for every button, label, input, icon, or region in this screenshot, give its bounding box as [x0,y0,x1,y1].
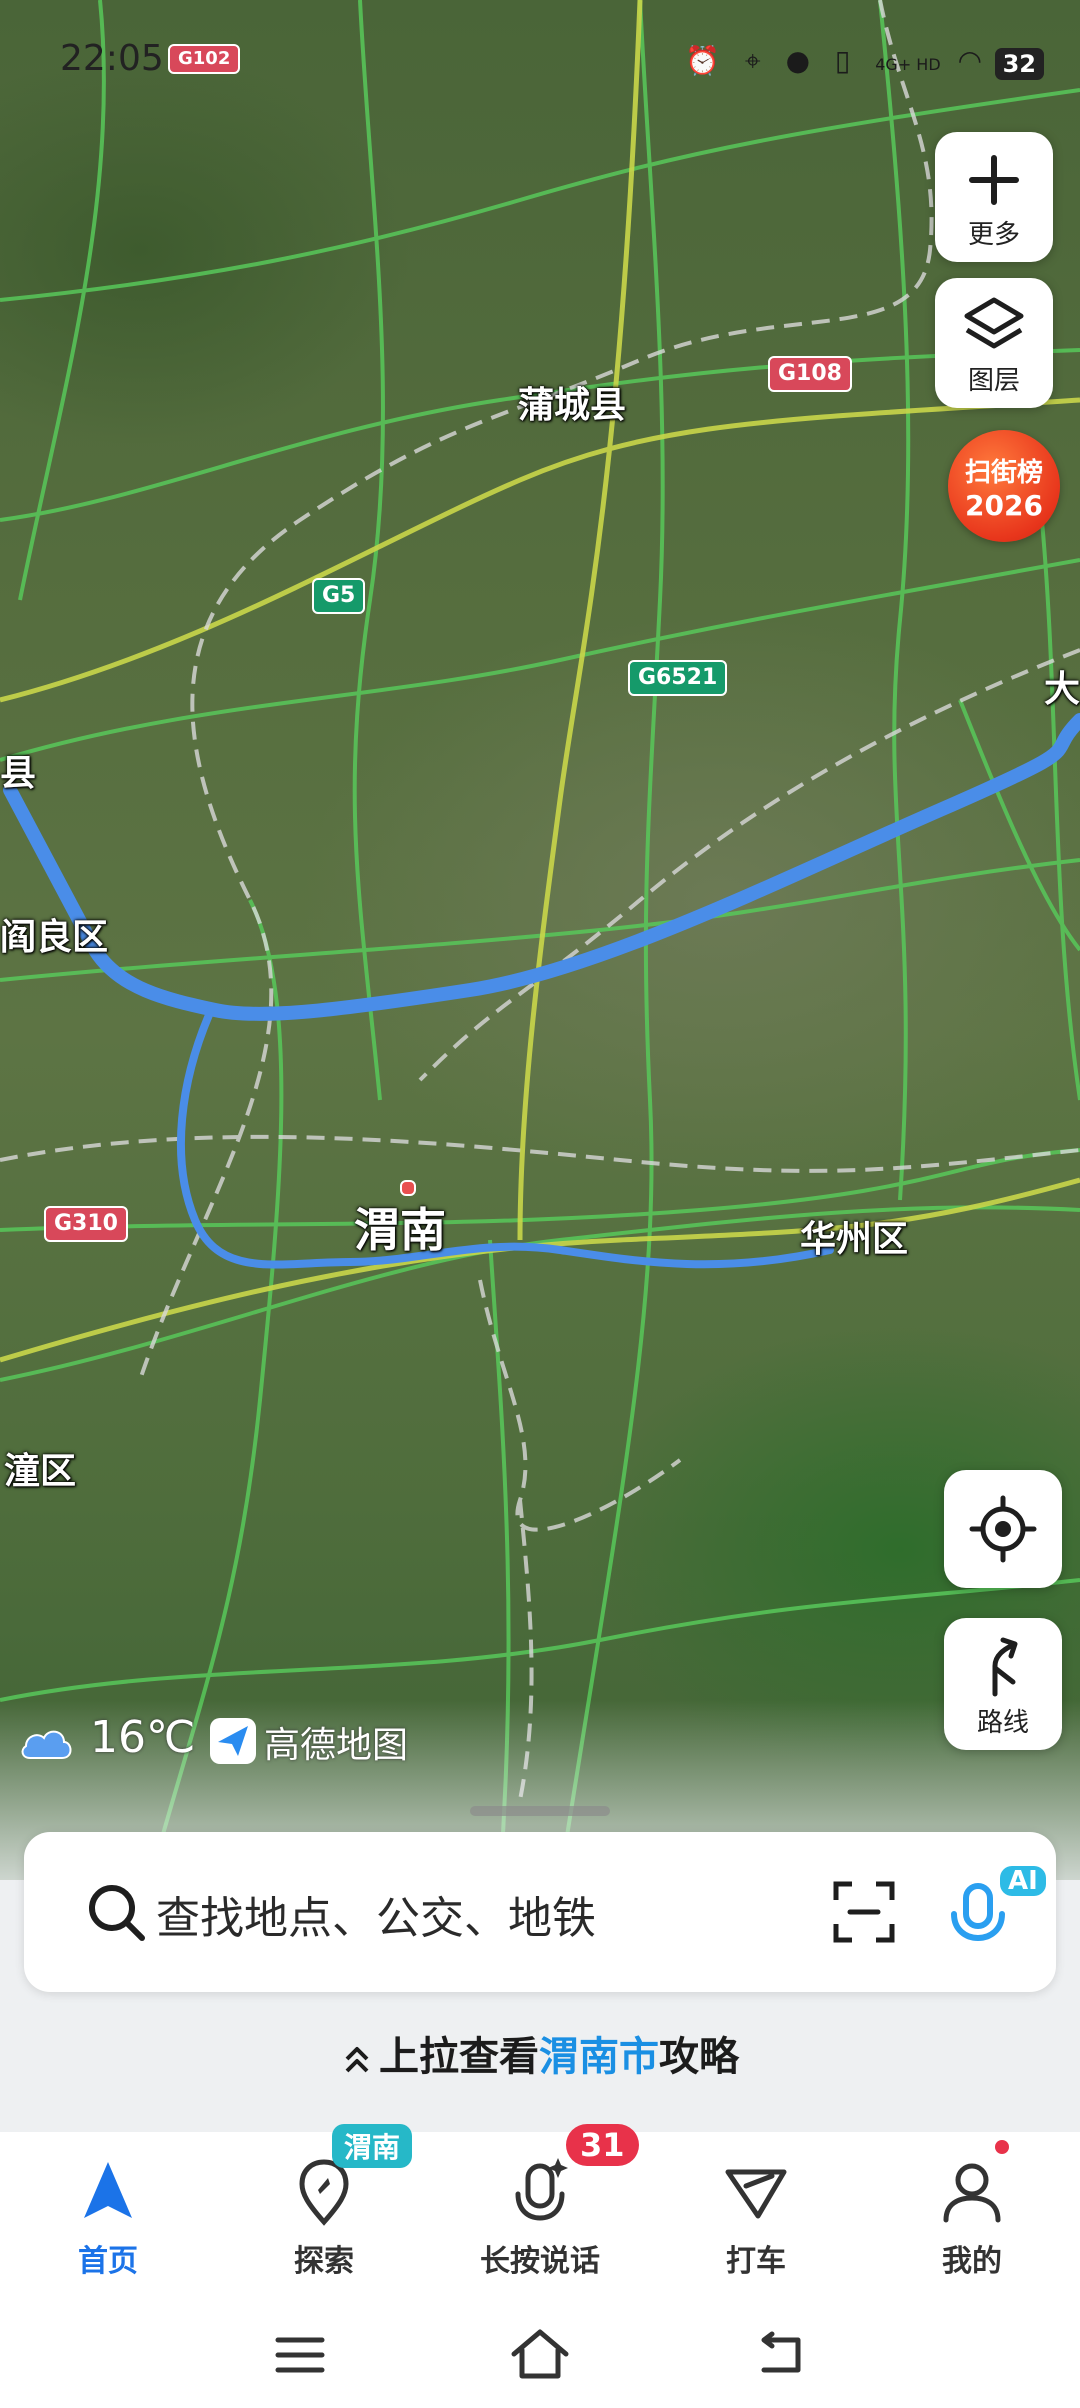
tab-home[interactable]: 首页 [28,2152,188,2280]
place-label-pucheng[interactable]: 蒲城县 [518,376,626,428]
road-shield-g5: G5 [312,578,366,614]
layers-button[interactable]: 图层 [935,278,1053,408]
more-button[interactable]: 更多 [935,132,1053,262]
voice-count-badge: 31 [566,2124,639,2166]
network-label: 4G+ HD [875,55,941,74]
road-shield-g310: G310 [44,1206,128,1242]
pullup-city: 渭南市 [539,2034,659,2080]
map-roads-layer [0,0,1080,1880]
city-point-marker [400,1180,416,1196]
home-arrow-icon [84,2162,132,2218]
mic-icon: ● [785,44,818,77]
wifi-icon: ◠ [957,44,990,77]
layers-icon [964,297,1024,349]
system-navigation-bar [0,2302,1080,2408]
battery-indicator: 32 [994,48,1044,80]
profile-notification-dot [995,2140,1009,2154]
ai-badge: AI [1000,1866,1046,1896]
mic-sparkle-icon [515,2158,568,2221]
menu-icon[interactable] [270,2330,330,2380]
layers-button-label: 图层 [967,366,1020,396]
scan-icon[interactable] [832,1880,896,1944]
tab-voice[interactable]: 长按说话 [460,2152,620,2280]
locate-button[interactable] [944,1470,1062,1588]
street-rank-year: 2026 [965,489,1043,522]
plus-icon [969,155,1019,205]
place-label-xian[interactable]: 县 [0,744,36,796]
search-bar[interactable]: 查找地点、公交、地铁 AI [24,1832,1056,1992]
street-rank-button[interactable]: 扫街榜 2026 [948,430,1060,542]
vibrate-icon: ▯ [834,44,859,77]
status-time: 22:05 [60,38,164,79]
back-icon[interactable] [750,2330,810,2380]
place-label-weinan[interactable]: 渭南 [354,1194,446,1260]
status-bar: 22:05 ⏰ ⌖ ● ▯ 4G+ HD ◠ 32 [0,0,1080,120]
tab-voice-label: 长按说话 [480,2244,600,2279]
more-button-label: 更多 [967,220,1020,250]
route-button[interactable]: 路线 [944,1618,1062,1750]
road-shield-g6521: G6521 [628,660,728,696]
place-label-da[interactable]: 大 [1044,660,1080,712]
cloud-icon [21,1730,72,1759]
place-label-huazhou[interactable]: 华州区 [800,1210,908,1262]
amap-logo-icon [210,1718,256,1764]
tab-home-label: 首页 [78,2244,138,2279]
tab-explore[interactable]: 探索 [244,2152,404,2280]
map-view[interactable]: 蒲城县 渭南 华州区 阎良区 潼区 县 大 G108 G5 G6521 G310… [0,0,1080,1880]
home-icon[interactable] [508,2326,572,2382]
pullup-suffix: 攻略 [659,2034,739,2080]
tab-profile[interactable]: 我的 [892,2152,1052,2280]
place-label-yanliang[interactable]: 阎良区 [0,908,108,960]
location-icon: ⌖ [744,44,769,77]
pullup-guide-hint[interactable]: 上拉查看渭南市攻略 [0,2024,1080,2082]
temperature-label: 16℃ [90,1712,196,1763]
double-chevron-up-icon [345,2047,369,2073]
tab-profile-label: 我的 [942,2244,1002,2279]
route-arrow-icon [992,1637,1018,1697]
route-button-label: 路线 [976,1708,1029,1738]
search-icon [89,1885,145,1941]
search-input[interactable]: 查找地点、公交、地铁 [156,1882,596,1946]
street-rank-label: 扫街榜 [964,458,1043,488]
taxi-icon [725,2169,787,2219]
explore-city-badge: 渭南 [332,2124,413,2168]
crosshair-icon [969,1495,1037,1563]
status-icons: ⏰ ⌖ ● ▯ 4G+ HD ◠ [685,44,990,78]
tab-taxi[interactable]: 打车 [676,2152,836,2280]
drawer-handle[interactable] [470,1806,610,1816]
place-label-tong[interactable]: 潼区 [4,1442,76,1494]
profile-icon [943,2163,1001,2223]
bottom-tab-bar: 首页 探索 渭南 长按说话 31 打车 我的 [0,2124,1080,2302]
tab-taxi-label: 打车 [726,2244,786,2279]
alarm-icon: ⏰ [685,44,728,77]
road-shield-g108: G108 [768,356,852,392]
pullup-prefix: 上拉查看 [379,2034,539,2080]
brand-label: 高德地图 [264,1725,409,1766]
tab-explore-label: 探索 [294,2244,354,2279]
